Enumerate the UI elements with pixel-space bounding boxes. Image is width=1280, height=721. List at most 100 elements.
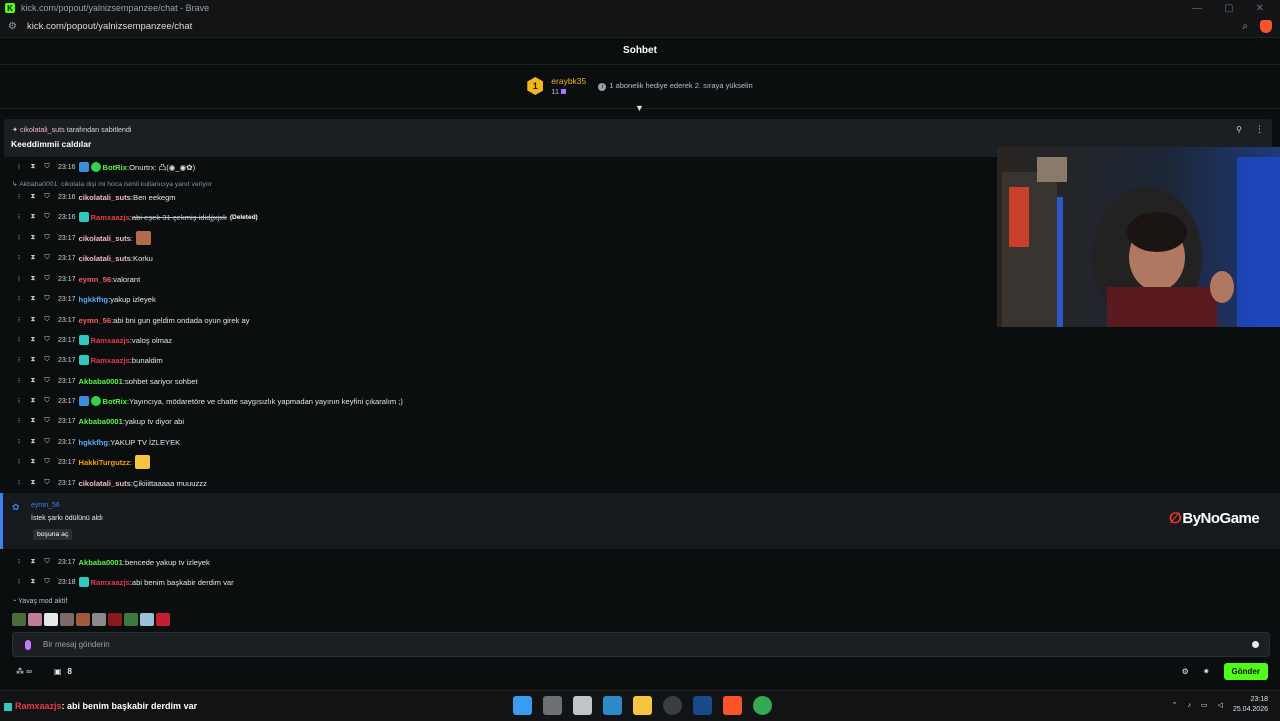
collapse-arrow-icon[interactable]: ▼: [635, 103, 644, 113]
emote-6[interactable]: [92, 613, 106, 626]
ban-icon[interactable]: ⛉: [44, 377, 50, 385]
chat-message[interactable]: ⁝ ⧗ ⛉ 23:16 cikolatali_suts: Ben eekegm: [16, 190, 176, 204]
file-explorer-icon[interactable]: [633, 696, 652, 715]
pin-message-icon[interactable]: ⁝: [16, 417, 22, 425]
message-username[interactable]: cikolatali_suts: [79, 254, 131, 263]
chrome-icon[interactable]: [753, 696, 772, 715]
site-info-icon[interactable]: ⚙: [8, 21, 17, 32]
message-input[interactable]: [41, 639, 1252, 650]
clock[interactable]: 23:18 25.04.2026: [1233, 695, 1268, 715]
chat-message[interactable]: ⁝ ⧗ ⛉ 23:16 Ramxaazjs: abi eşek 31 çekmiş id…: [16, 210, 258, 224]
pin-message-icon[interactable]: ⁝: [16, 438, 22, 446]
ban-icon[interactable]: ⛉: [44, 479, 50, 487]
emote-image[interactable]: [135, 455, 150, 469]
timeout-icon[interactable]: ⧗: [30, 479, 36, 487]
emote-3[interactable]: [44, 613, 58, 626]
ban-icon[interactable]: ⛉: [44, 295, 50, 303]
ban-icon[interactable]: ⛉: [44, 558, 50, 566]
message-username[interactable]: Ramxaazjs: [91, 356, 130, 365]
message-username[interactable]: Ramxaazjs: [91, 213, 130, 222]
pin-message-icon[interactable]: ⁝: [16, 377, 22, 385]
emote-7[interactable]: [108, 613, 122, 626]
leader-info[interactable]: eraybk35 11: [551, 76, 586, 96]
message-username[interactable]: cikolatali_suts: [79, 193, 131, 202]
pin-message-icon[interactable]: ⁝: [16, 356, 22, 364]
timeout-icon[interactable]: ⧗: [30, 417, 36, 425]
emote-image[interactable]: [136, 231, 151, 245]
timeout-icon[interactable]: ⧗: [30, 438, 36, 446]
channel-points[interactable]: ⁂ ∞: [16, 667, 32, 676]
chat-message[interactable]: ⁝ ⧗ ⛉ 23:17 cikolatali_suts: Çikiiittaaaaa m…: [16, 476, 207, 490]
timeout-icon[interactable]: ⧗: [30, 295, 36, 303]
pin-message-icon[interactable]: ⁝: [16, 558, 22, 566]
unpin-icon[interactable]: ⚲: [1236, 125, 1242, 134]
chat-notification[interactable]: Ramxaazjs: abi benim başkabir derdim var: [4, 701, 197, 711]
message-username[interactable]: Akbaba0001: [79, 377, 123, 386]
message-username[interactable]: cikolatali_suts: [79, 479, 131, 488]
message-username[interactable]: Ramxaazjs: [91, 336, 130, 345]
pin-message-icon[interactable]: ⁝: [16, 336, 22, 344]
photos-icon[interactable]: [603, 696, 622, 715]
emoji-picker-icon[interactable]: [1252, 641, 1259, 648]
more-options-icon[interactable]: ⋮: [1255, 124, 1264, 135]
timeout-icon[interactable]: ⧗: [30, 163, 36, 171]
chat-message[interactable]: ⁝ ⧗ ⛉ 23:17 Akbaba0001: bencede yakup tv izl…: [16, 555, 210, 569]
chat-message[interactable]: ⁝ ⧗ ⛉ 23:17 eymn_56: valorant: [16, 272, 140, 286]
pin-message-icon[interactable]: ⁝: [16, 193, 22, 201]
ban-icon[interactable]: ⛉: [44, 316, 50, 324]
timeout-icon[interactable]: ⧗: [30, 254, 36, 262]
pin-message-icon[interactable]: ⁝: [16, 316, 22, 324]
minimize-button[interactable]: —: [1192, 3, 1202, 14]
timeout-icon[interactable]: ⧗: [30, 578, 36, 586]
reply-context[interactable]: ↳ Akbaba0001: cikolata dişi mi hoca isim…: [12, 180, 212, 188]
emote-5[interactable]: [76, 613, 90, 626]
chat-message[interactable]: ⁝ ⧗ ⛉ 23:17 Ramxaazjs: bunaldim: [16, 353, 163, 367]
message-username[interactable]: hgkkfhg: [79, 295, 109, 304]
chat-message[interactable]: ⁝ ⧗ ⛉ 23:17 hgkkfhg: YAKUP TV İZLEYEK: [16, 435, 180, 449]
timeout-icon[interactable]: ⧗: [30, 234, 36, 242]
close-button[interactable]: ✕: [1256, 3, 1264, 14]
chat-message[interactable]: ⁝ ⧗ ⛉ 23:18 Ramxaazjs: abi benim başkabir de…: [16, 575, 234, 589]
settings-icon[interactable]: ⚙: [1182, 667, 1189, 676]
pin-message-icon[interactable]: ⁝: [16, 397, 22, 405]
pin-message-icon[interactable]: ⁝: [16, 479, 22, 487]
message-username[interactable]: BotRix: [103, 397, 127, 406]
microphone-icon[interactable]: [25, 639, 31, 650]
ban-icon[interactable]: ⛉: [44, 458, 50, 466]
timeout-icon[interactable]: ⧗: [30, 193, 36, 201]
quick-emote-icon[interactable]: ✷: [1203, 667, 1210, 676]
maximize-button[interactable]: ▢: [1224, 3, 1233, 14]
message-username[interactable]: BotRix: [103, 163, 127, 172]
timeout-icon[interactable]: ⧗: [30, 275, 36, 283]
emote-9[interactable]: [140, 613, 154, 626]
volume-icon[interactable]: ◁: [1218, 701, 1223, 709]
url-field[interactable]: kick.com/popout/yalnizsempanzee/chat: [27, 21, 192, 32]
chat-message[interactable]: ⁝ ⧗ ⛉ 23:17 Ramxaazjs: valoş olmaz: [16, 333, 172, 347]
message-username[interactable]: eymn_56: [79, 275, 112, 284]
chat-message[interactable]: ⁝ ⧗ ⛉ 23:17 BotRix: Yayıncıya, mödaretöre ve…: [16, 394, 403, 408]
pin-message-icon[interactable]: ⁝: [16, 234, 22, 242]
ban-icon[interactable]: ⛉: [44, 234, 50, 242]
pin-message-icon[interactable]: ⁝: [16, 578, 22, 586]
message-username[interactable]: eymn_56: [79, 316, 112, 325]
emote-1[interactable]: [12, 613, 26, 626]
task-view-icon[interactable]: [543, 696, 562, 715]
snipping-tool-icon[interactable]: [573, 696, 592, 715]
ban-icon[interactable]: ⛉: [44, 438, 50, 446]
steam-icon[interactable]: [693, 696, 712, 715]
timeout-icon[interactable]: ⧗: [30, 377, 36, 385]
message-username[interactable]: Akbaba0001: [79, 558, 123, 567]
message-username[interactable]: Ramxaazjs: [91, 578, 130, 587]
pin-message-icon[interactable]: ⁝: [16, 254, 22, 262]
emote-4[interactable]: [60, 613, 74, 626]
ban-icon[interactable]: ⛉: [44, 213, 50, 221]
timeout-icon[interactable]: ⧗: [30, 213, 36, 221]
windows-start-icon[interactable]: [513, 696, 532, 715]
timeout-icon[interactable]: ⧗: [30, 336, 36, 344]
timeout-icon[interactable]: ⧗: [30, 397, 36, 405]
pin-message-icon[interactable]: ⁝: [16, 163, 22, 171]
message-username[interactable]: hgkkfhg: [79, 438, 109, 447]
ban-icon[interactable]: ⛉: [44, 193, 50, 201]
display-icon[interactable]: ▭: [1201, 701, 1208, 709]
zoom-icon[interactable]: ⌕: [1242, 21, 1248, 32]
